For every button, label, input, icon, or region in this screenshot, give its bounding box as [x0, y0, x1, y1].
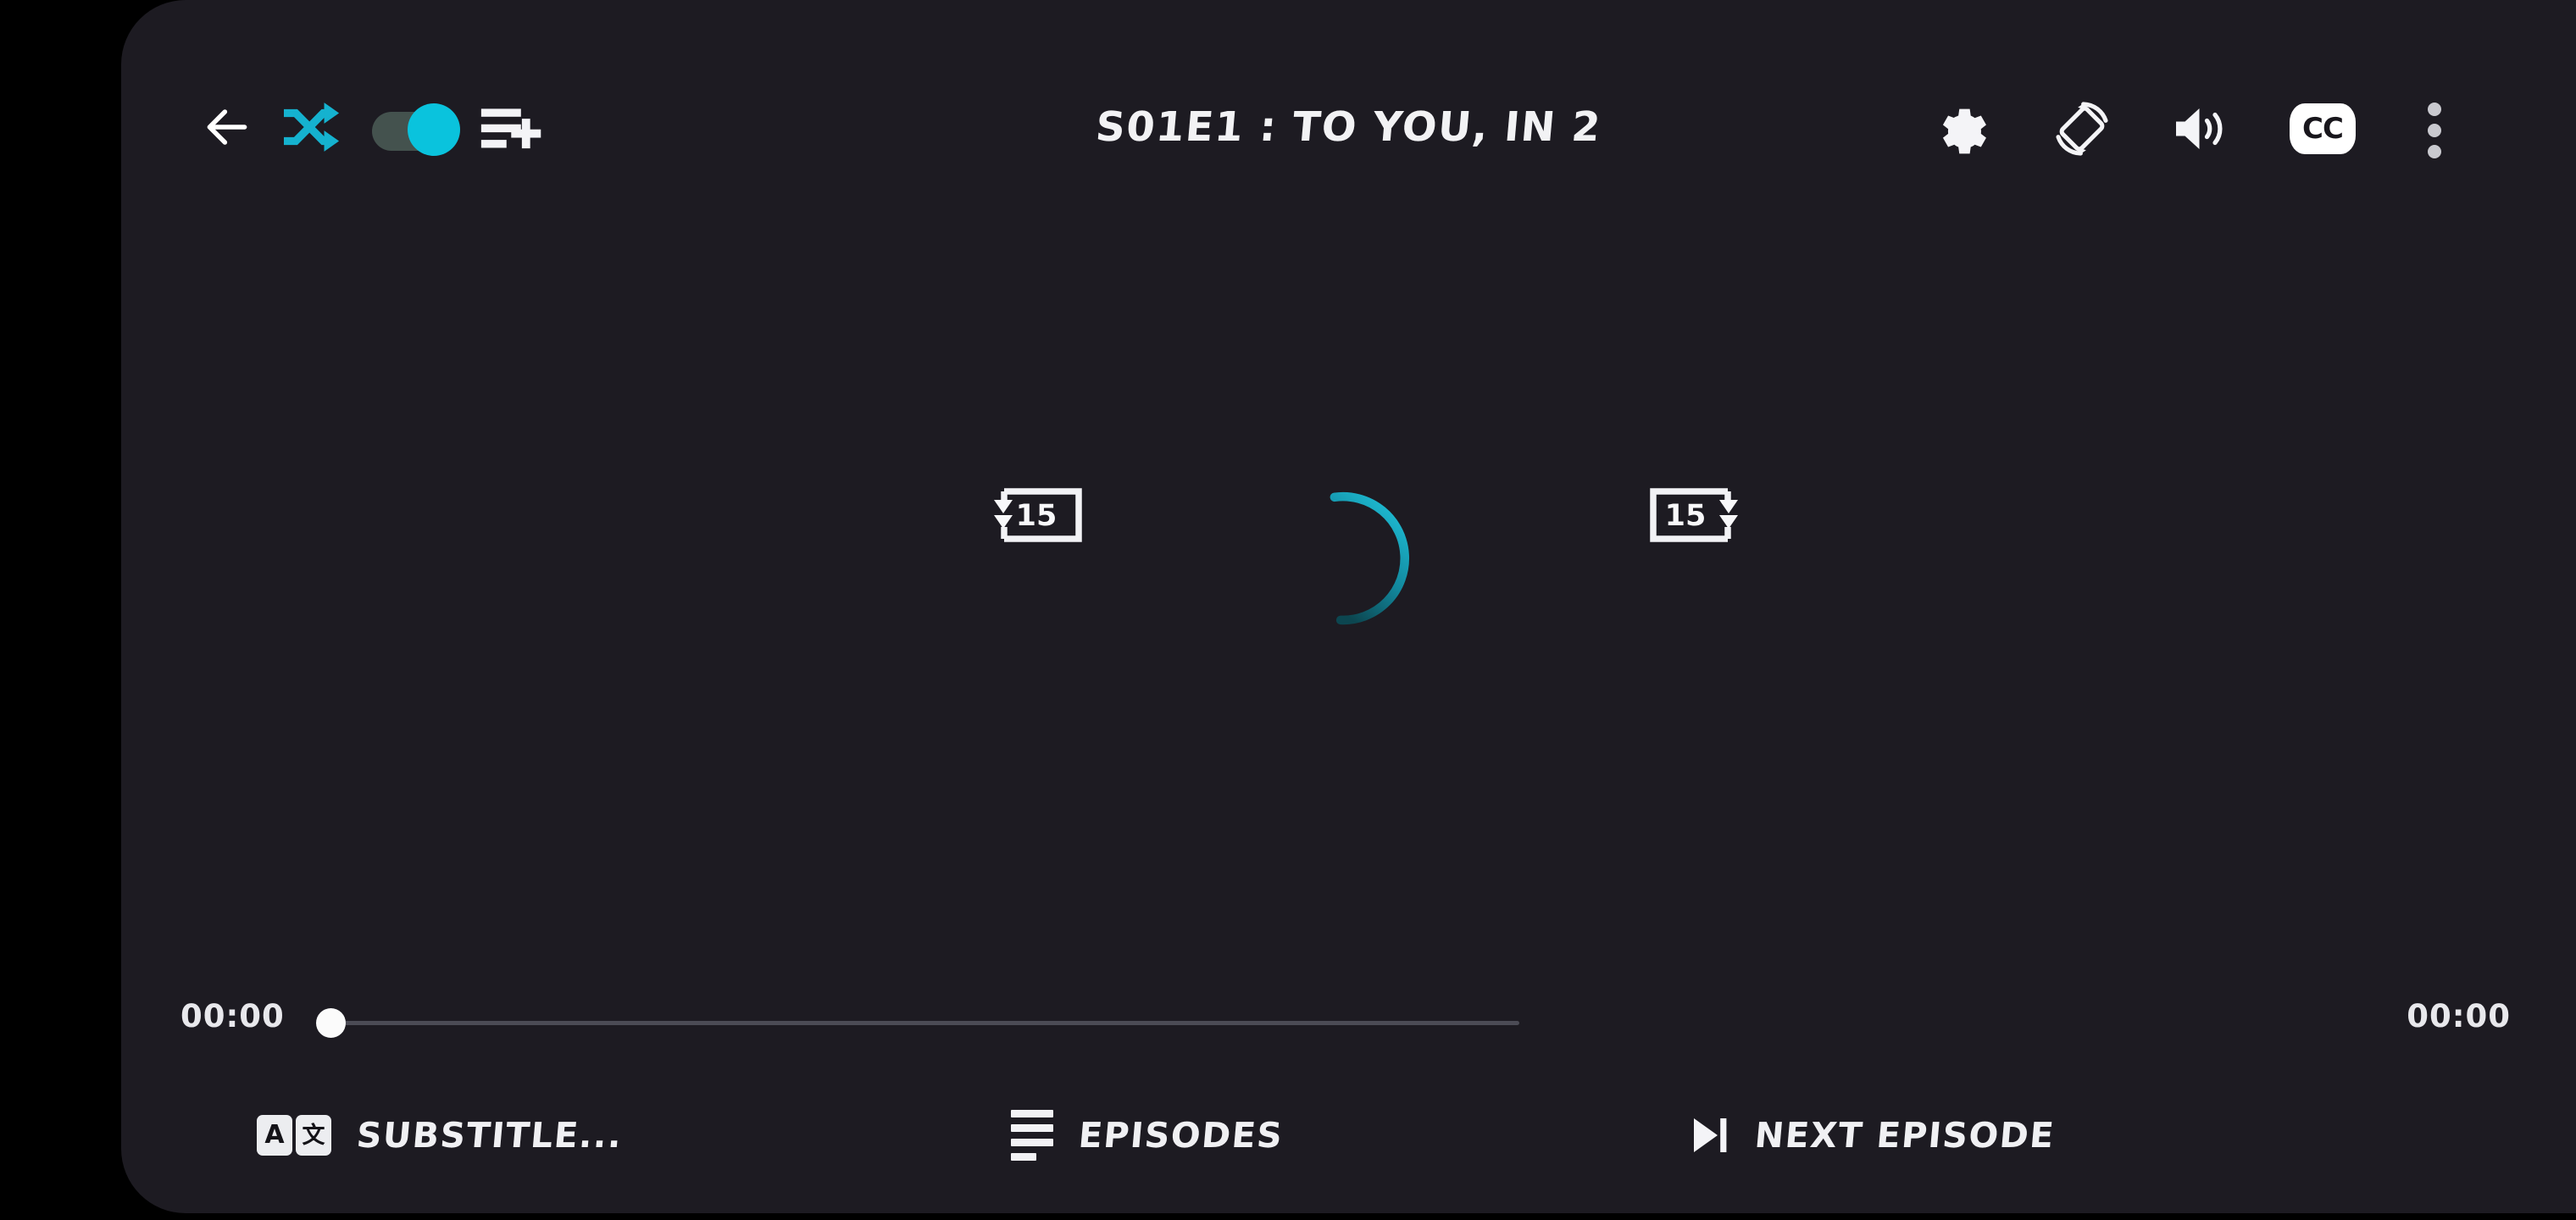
forward-seconds-text: 15	[1665, 499, 1707, 533]
translate-icon: A 文	[257, 1115, 331, 1156]
rewind-seconds-text: 15	[1016, 499, 1058, 533]
seek-bar-thumb[interactable]	[316, 1008, 346, 1038]
video-player-panel[interactable]: S01E1 : TO YOU, IN 2 CC 15 15 00:00 00:0…	[121, 0, 2576, 1213]
episodes-list-icon	[1011, 1110, 1053, 1161]
more-options-button[interactable]	[2409, 93, 2460, 168]
settings-button[interactable]	[1927, 93, 1998, 164]
line	[1011, 1124, 1053, 1132]
subtitle-button[interactable]: A 文 SUBSTITLE...	[257, 1093, 625, 1178]
episodes-button-label: EPISODES	[1076, 1115, 1285, 1156]
subtitle-button-label: SUBSTITLE...	[354, 1115, 625, 1156]
volume-up-icon	[2176, 108, 2223, 149]
duration-label: 00:00	[2407, 998, 2511, 1034]
gear-icon	[1942, 108, 1986, 154]
rewind-15-icon: 15	[994, 488, 1082, 542]
translate-cell-cjk: 文	[296, 1115, 331, 1156]
next-episode-button-label: NEXT EPISODE	[1752, 1115, 2057, 1156]
forward-15-button[interactable]: 15	[1638, 474, 1748, 556]
player-top-bar: S01E1 : TO YOU, IN 2 CC	[121, 0, 2576, 169]
episodes-button[interactable]: EPISODES	[1011, 1093, 1285, 1178]
line	[1011, 1153, 1036, 1161]
volume-button[interactable]	[2165, 95, 2238, 163]
translate-cell-latin: A	[257, 1115, 292, 1156]
seek-bar-track[interactable]	[333, 1021, 1519, 1025]
dot	[2428, 124, 2441, 137]
screen-root: S01E1 : TO YOU, IN 2 CC 15 15 00:00 00:0…	[0, 0, 2576, 1220]
next-episode-button[interactable]: NEXT EPISODE	[1689, 1093, 2057, 1178]
screen-rotation-icon	[2056, 102, 2108, 156]
loading-spinner	[1274, 490, 1412, 627]
closed-captions-button[interactable]: CC	[2287, 98, 2358, 159]
player-bottom-buttons: A 文 SUBSTITLE... EPISODES NEXT EPISODE	[121, 1093, 2576, 1182]
seek-bar-row[interactable]: 00:00 00:00	[121, 998, 2576, 1049]
dot	[2428, 145, 2441, 158]
forward-15-icon: 15	[1650, 488, 1738, 542]
line	[1011, 1139, 1053, 1146]
player-center-controls: 15 15	[121, 474, 2576, 644]
current-time-label: 00:00	[180, 998, 285, 1034]
loading-spinner-icon	[1330, 491, 1409, 625]
skip-next-icon	[1689, 1113, 1729, 1157]
cc-label: CC	[2290, 103, 2356, 154]
rewind-15-button[interactable]: 15	[984, 474, 1094, 556]
dot	[2428, 103, 2441, 116]
screen-rotation-button[interactable]	[2046, 93, 2118, 164]
line	[1011, 1110, 1053, 1117]
